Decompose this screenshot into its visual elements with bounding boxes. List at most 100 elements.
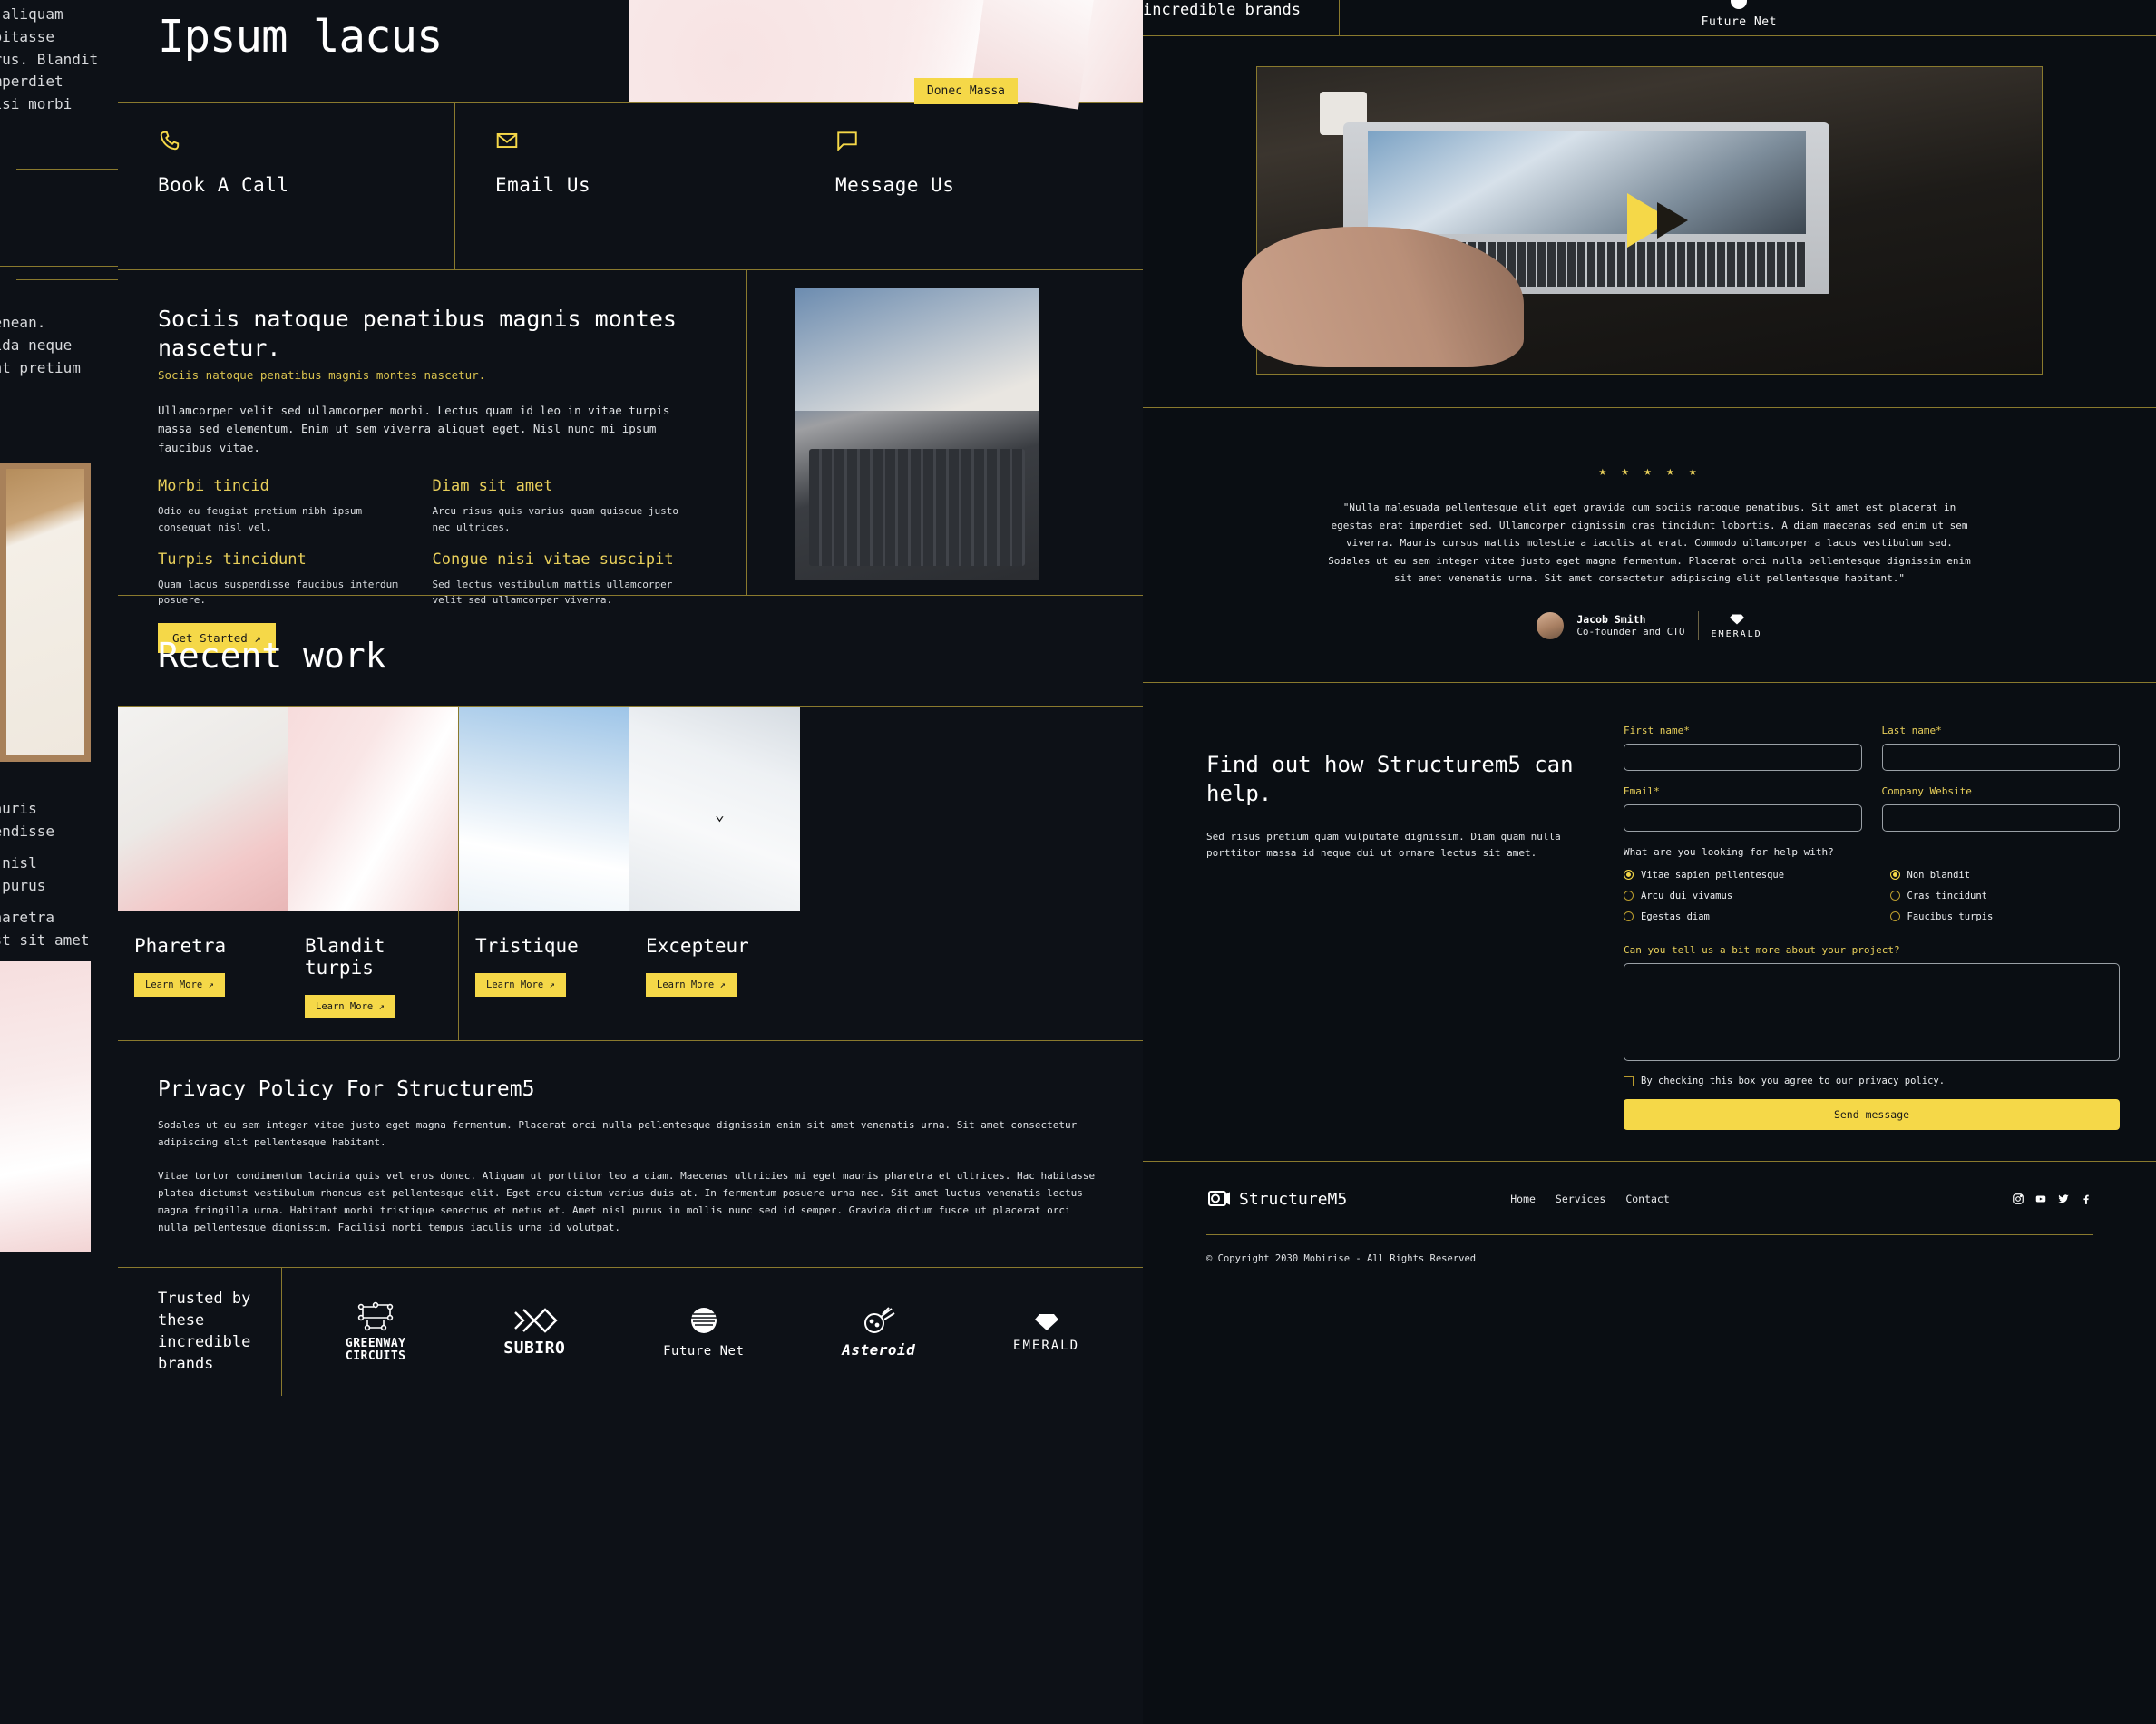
radio-option[interactable]: Arcu dui vivamus	[1624, 890, 1854, 902]
top-brandbar-label: incredible brands	[1143, 1, 1301, 19]
brand-future-net: Future Net	[1702, 0, 1777, 29]
brand-emerald: EMERALD	[2042, 0, 2108, 1]
project-message-textarea[interactable]	[1624, 963, 2120, 1062]
brand-name-line2: CIRCUITS	[345, 1349, 406, 1363]
brand-name-line1: EMERALD	[1013, 1339, 1080, 1354]
youtube-icon[interactable]	[2034, 1193, 2047, 1205]
work-card[interactable]: Pharetra Learn More ↗	[118, 707, 288, 1040]
sliver-line: us imperdiet	[0, 73, 63, 91]
website-input[interactable]	[1881, 804, 2120, 832]
brand-name-line1: Future Net	[1701, 15, 1777, 29]
radio-option[interactable]: Faucibus turpis	[1889, 911, 2121, 923]
work-card[interactable]: Blandit turpis Learn More ↗	[288, 707, 459, 1040]
twitter-icon[interactable]	[2057, 1193, 2070, 1205]
work-meta: Excepteur Learn More ↗	[629, 911, 800, 1018]
contact-strip: Book A Call Email Us Message Us	[118, 102, 1143, 270]
radio-label: Vitae sapien pellentesque	[1641, 869, 1785, 881]
feature-text-block: Sociis natoque penatibus magnis montes n…	[118, 270, 747, 654]
last-name-input[interactable]	[1881, 743, 2120, 771]
phone-icon	[160, 131, 180, 151]
sliver-rule	[16, 169, 118, 170]
contact-book-a-call[interactable]: Book A Call	[118, 103, 455, 269]
privacy-consent-row[interactable]: By checking this box you agree to our pr…	[1624, 1076, 2120, 1086]
help-options: Vitae sapien pellentesque Arcu dui vivam…	[1624, 869, 2120, 932]
work-card[interactable]: Tristique Learn More ↗	[459, 707, 629, 1040]
sliver-line: is aenean.	[0, 314, 46, 331]
learn-more-button[interactable]: Learn More ↗	[475, 973, 566, 997]
feature-subheading: Sociis natoque penatibus magnis montes n…	[158, 368, 486, 382]
mail-icon	[496, 132, 518, 149]
learn-more-button[interactable]: Learn More ↗	[646, 973, 737, 997]
brand-name-line1: SUBIRO	[503, 1339, 566, 1359]
footer-copyright: © Copyright 2030 Mobirise - All Rights R…	[1206, 1253, 1477, 1265]
gem-icon	[1034, 1314, 1058, 1331]
hero-badge[interactable]: Donec Massa	[913, 78, 1018, 104]
divider	[1697, 610, 1699, 640]
footer-nav-contact[interactable]: Contact	[1625, 1193, 1669, 1205]
play-icon[interactable]	[1626, 193, 1688, 248]
contact-label: Book A Call	[158, 174, 289, 196]
infinity-icon	[514, 1308, 559, 1333]
testimonial-author: Jacob Smith Co-founder and CTO EMERALD	[1324, 610, 1975, 640]
contact-form-heading: Find out how Structurem5 can help.	[1206, 751, 1574, 807]
learn-more-button[interactable]: Learn More ↗	[134, 973, 225, 997]
brand-emerald: EMERALD	[1013, 1310, 1079, 1353]
footer-nav: Home Services Contact	[1510, 1193, 1670, 1205]
footer-logo-name: StructureM5	[1239, 1189, 1348, 1209]
instagram-icon[interactable]	[2012, 1193, 2024, 1205]
contact-email-us[interactable]: Email Us	[455, 103, 795, 269]
sliver-line: amet nisl	[0, 854, 37, 872]
work-thumbnail	[629, 707, 800, 911]
contact-message-us[interactable]: Message Us	[795, 103, 1143, 269]
camera-logo-icon	[1208, 1191, 1230, 1207]
work-card[interactable]: Excepteur Learn More ↗	[629, 707, 800, 1040]
sliver-line: et pharetra	[0, 909, 54, 926]
work-card-title: Pharetra	[134, 935, 227, 957]
feature-item: Turpis tincidunt Quam lacus suspendisse …	[158, 550, 433, 609]
right-content-column: incredible brands GREENWAY CIRCUITS SUBI…	[1143, 0, 2156, 1724]
footer-nav-services[interactable]: Services	[1556, 1193, 1605, 1205]
author-role: Co-founder and CTO	[1576, 626, 1685, 638]
hero-image	[629, 0, 1143, 102]
feature-body: Ullamcorper velit sed ullamcorper morbi.…	[158, 404, 670, 454]
feature-grid: Morbi tincid Odio eu feugiat pretium nib…	[158, 477, 707, 624]
radio-option[interactable]: Cras tincidunt	[1889, 890, 2121, 902]
radio-dot-icon	[1624, 869, 1634, 880]
site-footer: StructureM5 Home Services Contact © Copy…	[1143, 1161, 2156, 1264]
chat-icon	[837, 131, 857, 152]
learn-more-button[interactable]: Learn More ↗	[305, 995, 395, 1018]
radio-dot-icon	[1624, 891, 1634, 901]
brand-subiro: SUBIRO	[503, 1307, 565, 1358]
facebook-icon[interactable]	[2080, 1193, 2093, 1205]
feature-photo	[795, 288, 1039, 580]
sliver-block-5: et pharetra si est sit amet	[0, 907, 90, 952]
contact-label: Email Us	[495, 174, 591, 196]
send-message-button[interactable]: Send message	[1624, 1099, 2120, 1131]
left-partial-panel: etus aliquam c habitasse s purus. Blandi…	[0, 0, 118, 1724]
radio-option[interactable]: Vitae sapien pellentesque	[1624, 869, 1854, 881]
radio-label: Arcu dui vivamus	[1641, 891, 1733, 902]
work-thumbnail	[459, 707, 629, 911]
radio-option[interactable]: Non blandit	[1889, 869, 2121, 881]
avatar	[1537, 611, 1565, 639]
brand-name-line1: Asteroid	[1873, 0, 1946, 4]
sliver-line: eugiat pretium	[0, 358, 81, 376]
footer-logo[interactable]: StructureM5	[1206, 1187, 1347, 1211]
sliver-line: bh mauris	[0, 800, 37, 817]
radio-label: Faucibus turpis	[1907, 911, 1994, 923]
help-options-right: Non blandit Cras tincidunt Faucibus turp…	[1889, 869, 2121, 932]
contact-label: Message Us	[835, 174, 955, 196]
planet-icon	[1731, 0, 1748, 9]
contact-form-section: Find out how Structurem5 can help. Sed r…	[1143, 681, 2156, 1162]
footer-nav-home[interactable]: Home	[1510, 1193, 1536, 1205]
privacy-title: Privacy Policy For Structurem5	[158, 1077, 535, 1101]
work-card-title: Blandit turpis	[305, 935, 385, 979]
first-name-input[interactable]	[1624, 743, 1862, 771]
checkbox-icon[interactable]	[1624, 1076, 1634, 1086]
feature-section: Sociis natoque penatibus magnis montes n…	[118, 270, 1143, 654]
video-player[interactable]	[1241, 66, 2043, 375]
email-input[interactable]	[1624, 804, 1862, 832]
radio-dot-icon	[1889, 869, 1900, 880]
radio-option[interactable]: Egestas diam	[1624, 911, 1854, 923]
privacy-consent-label: By checking this box you agree to our pr…	[1641, 1076, 1946, 1087]
